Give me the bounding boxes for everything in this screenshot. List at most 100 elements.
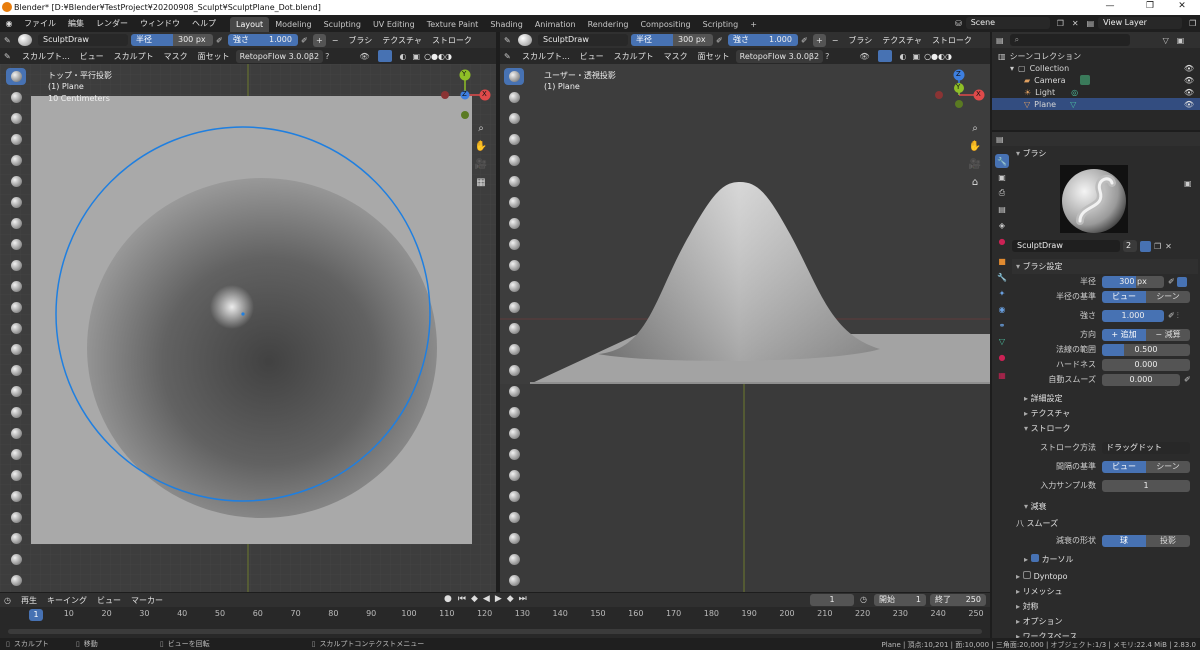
tool-15-icon-right[interactable]	[504, 362, 524, 379]
tool-16-icon-right[interactable]	[504, 383, 524, 400]
tool-2-icon-right[interactable]	[504, 89, 524, 106]
play-icon[interactable]: ▶	[495, 594, 502, 604]
tool-23-icon-right[interactable]	[504, 530, 524, 547]
tab-material-icon[interactable]: ●	[995, 350, 1009, 364]
workspace-tab-compositing[interactable]: Compositing	[634, 17, 696, 32]
strength-field[interactable]: 強さ 1.000	[228, 34, 298, 46]
tool-thumb-icon[interactable]	[6, 446, 26, 463]
overlay-icon[interactable]: ◐	[400, 52, 407, 61]
right-3d-viewport[interactable]: ユーザー・透視投影 (1) Plane Z X Y ⌕ ✋ 🎥 ⌂	[500, 64, 990, 592]
tab-tool-icon[interactable]: 🔧	[995, 154, 1009, 168]
timeline-editor-icon[interactable]: ◷	[4, 596, 11, 605]
outliner-item-light[interactable]: ☀ Light ◎ 👁	[992, 86, 1200, 98]
tool-clay-thumb-icon[interactable]	[6, 152, 26, 169]
tool-multiplane-scrape-icon[interactable]	[6, 341, 26, 358]
radius-field-right[interactable]: 半径 300 px	[631, 34, 713, 46]
pressure-strength-icon[interactable]: ✐	[301, 36, 313, 45]
editor-type-icon-right[interactable]: ✎	[504, 36, 518, 45]
falloff-shape-projected[interactable]: 投影	[1146, 534, 1190, 547]
brush-thumbnail-menu-icon[interactable]: ▣	[1184, 179, 1192, 188]
brush-panel-header[interactable]: ▾ ブラシ	[1012, 146, 1198, 161]
mask-menu[interactable]: マスク	[160, 50, 192, 63]
menu-help[interactable]: ヘルプ	[186, 15, 222, 32]
brush-menu[interactable]: ブラシ	[344, 34, 376, 47]
camera-data-icon[interactable]	[1079, 75, 1090, 85]
tool-13-icon-right[interactable]	[504, 320, 524, 337]
light-data-icon[interactable]: ◎	[1071, 88, 1078, 97]
tool-grab-icon[interactable]	[6, 383, 26, 400]
tool-25-icon-right[interactable]	[504, 572, 524, 589]
filter-icon[interactable]: ▽	[1163, 36, 1169, 45]
record-icon[interactable]: ●	[444, 594, 452, 604]
cursor-checkbox[interactable]	[1030, 554, 1039, 562]
stroke-method-dropdown[interactable]: ドラッグドット	[1102, 441, 1190, 454]
tool-7-icon-right[interactable]	[504, 194, 524, 211]
tool-draw-sharp-icon[interactable]	[6, 89, 26, 106]
strength-field-right[interactable]: 強さ 1.000	[728, 34, 798, 46]
radius-pressure-icon[interactable]: ✐	[1168, 277, 1175, 286]
texture-subpanel[interactable]: ▸ テクスチャ	[1012, 406, 1198, 421]
direction-subtract[interactable]: − 減算	[1146, 328, 1190, 341]
pressure-radius-icon[interactable]: ✐	[216, 36, 228, 45]
stroke-menu-right[interactable]: ストローク	[928, 34, 976, 47]
menu-file[interactable]: ファイル	[18, 15, 62, 32]
tool-rotate-icon[interactable]	[6, 509, 26, 526]
direction-add[interactable]: + 追加	[1102, 328, 1146, 341]
tool-slide-relax-icon[interactable]	[6, 530, 26, 547]
radius-field[interactable]: 半径 300 px	[131, 34, 213, 46]
zoom-icon[interactable]: ⌕	[474, 122, 488, 136]
jump-keyframe-back-icon[interactable]: ◆	[471, 594, 478, 604]
outliner-scene-collection[interactable]: ▥ シーンコレクション	[992, 50, 1200, 62]
pan-hand-icon-right[interactable]: ✋	[968, 140, 982, 154]
brush-name-field-right[interactable]: SculptDraw	[538, 34, 628, 46]
falloff-shape-sphere[interactable]: 球	[1102, 534, 1146, 547]
visibility-icon[interactable]: 👁	[359, 52, 369, 61]
workspace-tab-layout[interactable]: Layout	[230, 16, 270, 32]
face-sets-menu[interactable]: 面セット	[194, 50, 234, 63]
camera-view-icon[interactable]: 🎥	[474, 158, 488, 172]
brush-preview-icon[interactable]	[18, 34, 32, 46]
jump-end-icon[interactable]: ⏭	[519, 594, 527, 604]
gizmo-toggle-icon[interactable]	[377, 50, 392, 62]
new-collection-icon[interactable]: ▣	[1177, 36, 1185, 45]
collection-expand-icon[interactable]: ▾	[1010, 64, 1014, 73]
close-button[interactable]: ✕	[1162, 1, 1200, 11]
tool-draw-icon[interactable]	[6, 68, 26, 85]
texture-menu-right[interactable]: テクスチャ	[878, 34, 926, 47]
hardness-value[interactable]: 0.000	[1102, 358, 1190, 371]
scene-new-icon[interactable]: ❐	[1057, 19, 1064, 28]
brush-thumbnail[interactable]	[1060, 165, 1128, 233]
shading-buttons-right[interactable]: ○●◐◑	[924, 52, 952, 61]
radius-unit-icon[interactable]	[1176, 276, 1187, 287]
workspace-tab-sculpting[interactable]: Sculpting	[318, 17, 367, 32]
brush-preview-icon-right[interactable]	[518, 34, 532, 46]
direction-add-button-right[interactable]: +	[813, 33, 826, 47]
tool-crease-icon[interactable]	[6, 236, 26, 253]
outliner-item-camera[interactable]: ▰ Camera 👁	[992, 74, 1200, 86]
workspace-tab-uv-editing[interactable]: UV Editing	[367, 17, 421, 32]
xray-icon-right[interactable]: ▣	[913, 52, 921, 61]
tab-physics-icon[interactable]: ◉	[995, 302, 1009, 316]
view-menu[interactable]: ビュー	[76, 50, 108, 63]
tab-modifiers-icon[interactable]: 🔧	[995, 270, 1009, 284]
shading-buttons[interactable]: ○●◐◑	[424, 52, 452, 61]
retopoflow-menu[interactable]: RetopoFlow 3.0.0β2	[235, 49, 324, 63]
tab-scene-icon[interactable]: ◈	[995, 218, 1009, 232]
add-workspace-button[interactable]: +	[744, 17, 763, 32]
tool-11-icon-right[interactable]	[504, 278, 524, 295]
mesh-data-icon[interactable]: ▽	[1070, 100, 1076, 109]
tool-mask-icon[interactable]	[6, 572, 26, 589]
view-layer-selector[interactable]: View Layer	[1098, 17, 1183, 29]
tool-blob-icon[interactable]	[6, 215, 26, 232]
workspace-tab-rendering[interactable]: Rendering	[582, 17, 635, 32]
mode-selector-right[interactable]: スカルプト...	[518, 50, 574, 63]
tab-constraints-icon[interactable]: ⚭	[995, 318, 1009, 332]
normal-radius-value[interactable]: 0.500	[1102, 343, 1190, 356]
perspective-toggle-icon-right[interactable]: ⌂	[968, 176, 982, 190]
tool-layer-icon[interactable]	[6, 173, 26, 190]
tool-elastic-deform-icon[interactable]	[6, 404, 26, 421]
tab-object-icon[interactable]: ■	[995, 254, 1009, 268]
current-frame-field[interactable]: 1	[810, 594, 854, 606]
tab-output-icon[interactable]: ⎙	[995, 186, 1009, 200]
navigation-gizmo-right[interactable]: Z X Y	[932, 68, 988, 122]
